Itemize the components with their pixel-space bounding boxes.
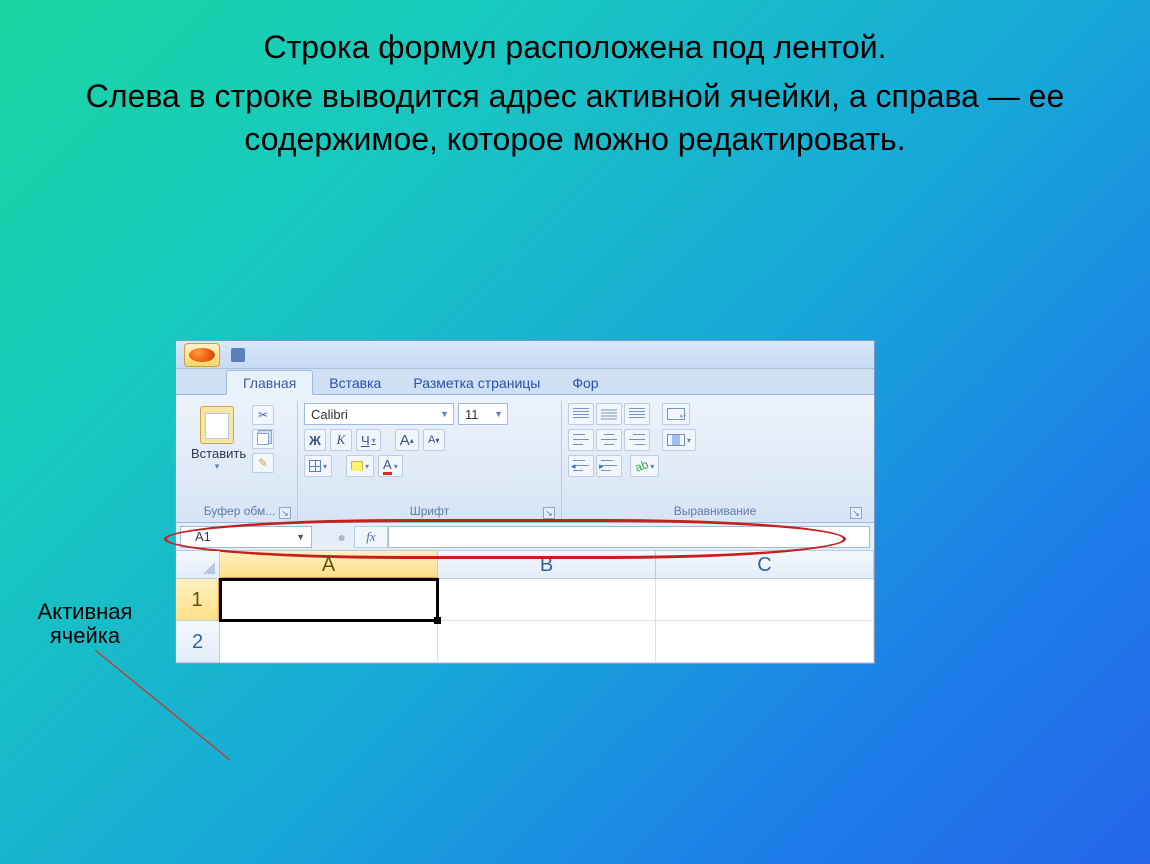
column-header-b[interactable]: B bbox=[438, 551, 656, 579]
tab-insert[interactable]: Вставка bbox=[313, 371, 397, 394]
dialog-launcher-icon[interactable]: ↘ bbox=[850, 507, 862, 519]
italic-button[interactable]: К bbox=[330, 429, 352, 451]
paste-icon bbox=[200, 406, 234, 444]
orientation-button[interactable]: ab▾ bbox=[630, 455, 659, 477]
worksheet-grid[interactable]: A B C 1 2 bbox=[176, 551, 874, 663]
column-header-a[interactable]: A bbox=[220, 551, 438, 579]
paste-label: Вставить bbox=[191, 446, 243, 461]
dialog-launcher-icon[interactable]: ↘ bbox=[543, 507, 555, 519]
font-name-value: Calibri bbox=[311, 407, 348, 422]
cell-a1[interactable] bbox=[220, 579, 438, 621]
cell-c1[interactable] bbox=[656, 579, 874, 621]
ribbon-tabs: Главная Вставка Разметка страницы Фор bbox=[176, 369, 874, 395]
slide-title-block: Строка формул расположена под лентой. Сл… bbox=[0, 0, 1150, 178]
callout-text: Активная ячейка bbox=[38, 599, 133, 648]
cell-b2[interactable] bbox=[438, 621, 656, 663]
active-cell-callout: Активная ячейка bbox=[10, 600, 160, 648]
row-header-1[interactable]: 1 bbox=[176, 579, 220, 621]
font-name-combo[interactable]: Calibri ▼ bbox=[304, 403, 454, 425]
shrink-font-button[interactable]: A▾ bbox=[423, 429, 445, 451]
paste-button[interactable]: Вставить ▾ bbox=[188, 403, 246, 475]
font-color-button[interactable]: A▾ bbox=[378, 455, 403, 477]
group-clipboard: Вставить ▾ ✂ ✎ bbox=[182, 401, 298, 522]
merge-center-button[interactable]: ▾ bbox=[662, 429, 696, 451]
qat-save-icon[interactable] bbox=[231, 348, 245, 362]
align-left-button[interactable] bbox=[568, 429, 594, 451]
tab-formulas-partial[interactable]: Фор bbox=[556, 371, 614, 394]
paint-bucket-icon bbox=[351, 461, 363, 471]
outdent-icon: ◂ bbox=[573, 460, 589, 472]
indent-icon: ▸ bbox=[601, 460, 617, 472]
align-bottom-button[interactable] bbox=[624, 403, 650, 425]
excel-window: Главная Вставка Разметка страницы Фор Вс… bbox=[175, 340, 875, 664]
wrap-text-button[interactable]: ↵ bbox=[662, 403, 690, 425]
font-color-icon: A bbox=[383, 458, 392, 475]
increase-indent-button[interactable]: ▸ bbox=[596, 455, 622, 477]
borders-button[interactable]: ▾ bbox=[304, 455, 332, 477]
chevron-down-icon: ▼ bbox=[494, 409, 503, 419]
alignment-group-label: Выравнивание ↘ bbox=[568, 502, 862, 520]
cell-b1[interactable] bbox=[438, 579, 656, 621]
copy-button[interactable] bbox=[252, 429, 274, 449]
align-left-icon bbox=[573, 434, 589, 446]
cell-c2[interactable] bbox=[656, 621, 874, 663]
underline-button[interactable]: Ч▾ bbox=[356, 429, 381, 451]
align-top-icon bbox=[573, 408, 589, 420]
fill-color-button[interactable]: ▾ bbox=[346, 455, 374, 477]
cut-button[interactable]: ✂ bbox=[252, 405, 274, 425]
wrap-text-icon: ↵ bbox=[667, 408, 685, 420]
align-right-icon bbox=[629, 434, 645, 446]
decrease-indent-button[interactable]: ◂ bbox=[568, 455, 594, 477]
tab-home[interactable]: Главная bbox=[226, 370, 313, 395]
align-right-button[interactable] bbox=[624, 429, 650, 451]
align-center-icon bbox=[601, 434, 617, 446]
formula-bar-separator: ● bbox=[312, 526, 354, 548]
chevron-down-icon: ▼ bbox=[440, 409, 449, 419]
bold-button[interactable]: Ж bbox=[304, 429, 326, 451]
insert-function-button[interactable]: fx bbox=[354, 526, 388, 548]
scissors-icon: ✂ bbox=[258, 408, 268, 422]
formula-input[interactable] bbox=[388, 526, 870, 548]
borders-icon bbox=[309, 460, 321, 472]
group-font: Calibri ▼ 11 ▼ Ж К Ч▾ A▴ bbox=[298, 401, 562, 522]
title-bar bbox=[176, 341, 874, 369]
font-size-combo[interactable]: 11 ▼ bbox=[458, 403, 508, 425]
format-painter-button[interactable]: ✎ bbox=[252, 453, 274, 473]
name-box[interactable]: A1 ▼ bbox=[180, 526, 312, 548]
name-box-value: A1 bbox=[195, 529, 211, 544]
align-middle-button[interactable] bbox=[596, 403, 622, 425]
font-group-label: Шрифт ↘ bbox=[304, 502, 555, 520]
align-center-button[interactable] bbox=[596, 429, 622, 451]
copy-icon bbox=[257, 433, 269, 445]
office-button[interactable] bbox=[184, 343, 220, 367]
chevron-down-icon: ▼ bbox=[296, 532, 305, 542]
grow-font-button[interactable]: A▴ bbox=[395, 429, 419, 451]
orientation-icon: ab bbox=[633, 457, 650, 475]
slide-line1: Строка формул расположена под лентой. bbox=[80, 26, 1070, 69]
cell-a2[interactable] bbox=[220, 621, 438, 663]
slide-line2: Слева в строке выводится адрес активной … bbox=[80, 75, 1070, 161]
brush-icon: ✎ bbox=[258, 456, 268, 470]
formula-bar-area: A1 ▼ ● fx bbox=[176, 523, 874, 551]
dialog-launcher-icon[interactable]: ↘ bbox=[279, 507, 291, 519]
row-header-2[interactable]: 2 bbox=[176, 621, 220, 663]
select-all-corner[interactable] bbox=[176, 551, 220, 579]
align-middle-icon bbox=[601, 408, 617, 420]
clipboard-group-label: Буфер обм... ↘ bbox=[188, 502, 291, 520]
fx-label: fx bbox=[366, 529, 375, 545]
align-top-button[interactable] bbox=[568, 403, 594, 425]
formula-bar: A1 ▼ ● fx bbox=[176, 523, 874, 551]
merge-icon bbox=[667, 434, 685, 446]
group-alignment: ↵ ▾ ◂ ▸ ab▾ bbox=[562, 401, 868, 522]
column-header-c[interactable]: C bbox=[656, 551, 874, 579]
tab-page-layout[interactable]: Разметка страницы bbox=[397, 371, 556, 394]
font-size-value: 11 bbox=[465, 407, 479, 422]
ribbon: Вставить ▾ ✂ ✎ bbox=[176, 395, 874, 523]
align-bottom-icon bbox=[629, 408, 645, 420]
